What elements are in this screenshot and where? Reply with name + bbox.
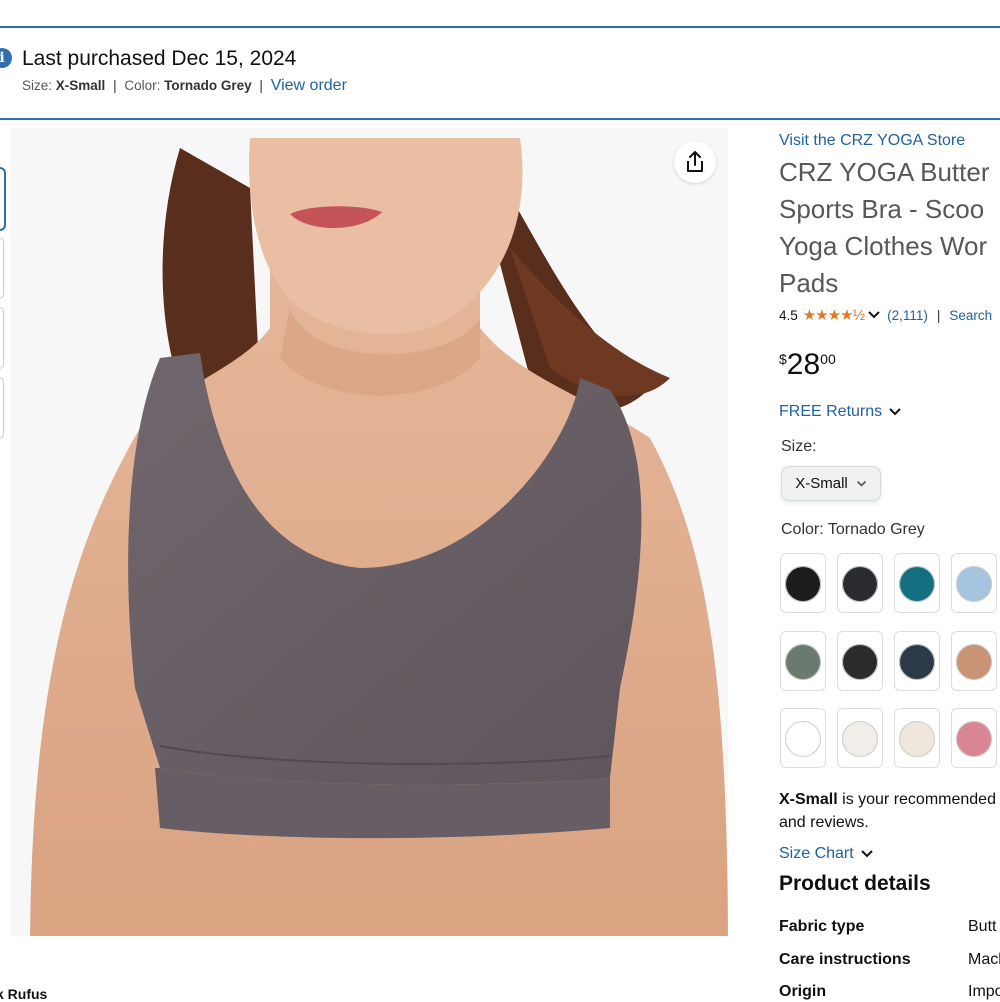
color-swatch[interactable]: [951, 708, 997, 768]
color-label-text: Color:: [781, 521, 824, 538]
size-dropdown[interactable]: X-Small: [781, 466, 881, 501]
color-dot: [785, 721, 821, 757]
color-swatch[interactable]: [837, 631, 883, 691]
separator: |: [259, 78, 263, 93]
last-purchased-title: Last purchased Dec 15, 2024: [22, 47, 297, 70]
color-dot: [899, 566, 935, 602]
chevron-down-icon: [860, 850, 873, 858]
size-value: X-Small: [55, 78, 106, 93]
chevron-down-icon: [889, 408, 901, 416]
color-swatch[interactable]: [894, 553, 940, 613]
detail-value: Impo: [968, 983, 1000, 1000]
color-dot: [956, 644, 992, 680]
color-swatch[interactable]: [837, 553, 883, 613]
title-line: Pads: [779, 268, 839, 298]
top-divider: [0, 0, 1000, 28]
last-purchased-details: Size: X-Small | Color: Tornado Grey | Vi…: [22, 77, 347, 95]
chevron-down-icon[interactable]: [867, 310, 881, 320]
product-image[interactable]: [10, 128, 728, 936]
share-button[interactable]: [674, 141, 716, 183]
search-link[interactable]: Search: [949, 308, 992, 323]
price: $ 28 00: [779, 348, 836, 382]
chevron-down-icon: [856, 480, 866, 487]
color-swatch[interactable]: [894, 708, 940, 768]
detail-value: Mach: [968, 951, 1000, 968]
separator: |: [113, 78, 117, 93]
store-link[interactable]: Visit the CRZ YOGA Store: [779, 132, 965, 150]
color-dot: [956, 566, 992, 602]
title-line: CRZ YOGA Butter: [779, 157, 990, 187]
color-dot: [956, 721, 992, 757]
color-dot: [785, 644, 821, 680]
color-dot: [842, 721, 878, 757]
rating-value: 4.5: [779, 307, 798, 323]
rating-row: 4.5 ★★★★½ (2,111) | Search: [779, 306, 992, 324]
color-dot: [842, 566, 878, 602]
color-dot: [899, 644, 935, 680]
size-label: Size:: [781, 438, 817, 455]
size-chart-link[interactable]: Size Chart: [779, 845, 874, 863]
recommendation-text-2: and reviews.: [779, 814, 869, 831]
rating-count-link[interactable]: (2,111): [887, 308, 928, 323]
price-symbol: $: [779, 351, 787, 367]
size-chart-label: Size Chart: [779, 845, 854, 862]
detail-key: Care instructions: [779, 951, 911, 968]
color-dot: [899, 721, 935, 757]
color-swatch[interactable]: [894, 631, 940, 691]
view-order-link[interactable]: View order: [271, 77, 347, 94]
price-whole: 28: [786, 348, 821, 381]
thumbnail-1[interactable]: [0, 167, 6, 231]
separator: |: [936, 307, 941, 323]
color-dot: [785, 566, 821, 602]
product-photo: [10, 128, 728, 936]
detail-value: Butt: [968, 918, 997, 935]
recommended-size: X-Small: [779, 791, 838, 808]
color-swatch[interactable]: [951, 553, 997, 613]
free-returns-link[interactable]: FREE Returns: [779, 403, 902, 421]
share-icon: [687, 151, 703, 172]
color-swatch[interactable]: [951, 631, 997, 691]
price-fraction: 00: [820, 351, 836, 367]
thumbnail-3[interactable]: [0, 307, 4, 369]
info-icon: i: [0, 48, 12, 68]
color-dot: [842, 644, 878, 680]
size-label: Size:: [22, 78, 53, 93]
color-value: Tornado Grey: [164, 78, 252, 93]
color-swatch[interactable]: [837, 708, 883, 768]
color-swatch[interactable]: [780, 708, 826, 768]
star-rating-icon[interactable]: ★★★★½: [803, 306, 865, 324]
color-label: Color:: [124, 78, 161, 93]
recommendation-text: is your recommended: [837, 791, 996, 808]
free-returns-label: FREE Returns: [779, 403, 883, 420]
thumbnail-4[interactable]: [0, 377, 4, 439]
detail-key: Fabric type: [779, 918, 865, 935]
color-swatch[interactable]: [780, 631, 826, 691]
thumbnail-2[interactable]: [0, 237, 4, 299]
last-purchased-banner: i Last purchased Dec 15, 2024 Size: X-Sm…: [0, 28, 1000, 120]
title-line: Yoga Clothes Wor: [779, 231, 988, 261]
product-title: CRZ YOGA Butter Sports Bra - Scoo Yoga C…: [779, 154, 1000, 302]
color-value: Tornado Grey: [827, 521, 925, 538]
color-swatch[interactable]: [780, 553, 826, 613]
size-selected: X-Small: [795, 475, 848, 492]
product-details-heading: Product details: [779, 872, 931, 895]
size-recommendation: X-Small is your recommended and reviews.: [779, 788, 1000, 834]
detail-key: Origin: [779, 983, 827, 1000]
color-label: Color: Tornado Grey: [781, 521, 925, 539]
title-line: Sports Bra - Scoo: [779, 194, 985, 224]
